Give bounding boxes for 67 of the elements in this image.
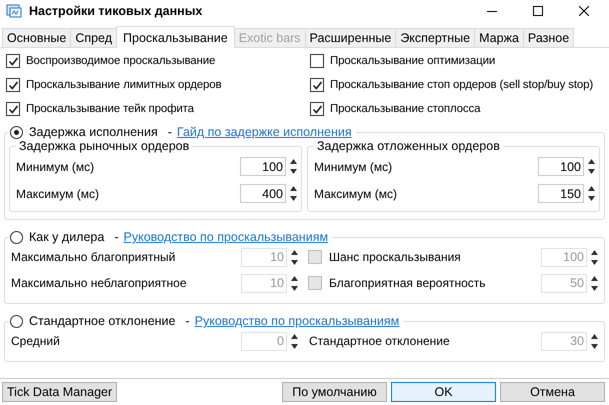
checkbox[interactable] (310, 54, 324, 68)
radio-label: Задержка исполнения (29, 125, 158, 139)
radio-button[interactable] (10, 230, 23, 244)
field-label: Максимум (мс) (314, 186, 397, 200)
checkbox-label: Шанс проскальзывания (329, 250, 462, 264)
dialog-button[interactable]: Отмена (500, 382, 605, 402)
spinner[interactable] (586, 184, 597, 203)
spinner[interactable] (289, 248, 300, 266)
checkbox[interactable] (310, 102, 324, 116)
number-field[interactable]: 400 (240, 184, 286, 203)
guide-link[interactable]: Гайд по задержке исполнения (176, 125, 352, 139)
close-icon[interactable] (579, 6, 589, 16)
tab[interactable]: Экспертные (395, 28, 476, 47)
number-field[interactable]: 100 (240, 157, 286, 176)
spinner[interactable] (288, 157, 299, 176)
separator-dash: - (168, 125, 172, 139)
guide-link[interactable]: Руководство по проскальзываниям (194, 314, 400, 328)
field-label: Минимум (мс) (314, 160, 392, 174)
maximize-icon[interactable] (533, 6, 543, 16)
checkbox[interactable] (6, 102, 20, 116)
separator-dash: - (185, 314, 190, 328)
tab[interactable]: Разное (522, 28, 574, 47)
checkbox-label: Проскальзывание стоп ордеров (sell stop/buy stop) (330, 79, 594, 91)
radio-button[interactable] (10, 314, 23, 328)
app-icon (6, 3, 22, 19)
checkbox-label: Проскальзывание стоплосса (330, 103, 480, 115)
field-label: Максимально неблагоприятное (11, 276, 188, 290)
checkbox-label: Воспроизводимое проскальзывание (26, 55, 216, 67)
checkbox-label: Проскальзывание оптимизации (330, 55, 496, 67)
group-title: Задержка отложенных ордеров (316, 139, 501, 153)
separator-dash: - (114, 230, 118, 244)
field-label: Максимально благоприятный (11, 250, 176, 264)
checkbox[interactable] (310, 78, 324, 92)
tab[interactable]: Маржа (474, 28, 524, 47)
spinner[interactable] (586, 157, 597, 176)
tab[interactable]: Проскальзывание (116, 26, 235, 48)
number-field[interactable]: 150 (538, 184, 584, 203)
checkbox[interactable] (308, 250, 322, 264)
tab[interactable]: Основные (2, 28, 72, 47)
checkbox[interactable] (308, 276, 322, 290)
field-label: Максимум (мс) (16, 186, 99, 200)
radio-button[interactable] (10, 126, 23, 138)
spinner[interactable] (288, 184, 299, 203)
checkbox-label: Проскальзывание лимитных ордеров (26, 79, 222, 91)
guide-link[interactable]: Руководство по проскальзываниям (124, 230, 328, 244)
spinner[interactable] (289, 274, 300, 292)
checkbox[interactable] (6, 54, 20, 68)
group-title: Задержка рыночных ордеров (18, 139, 190, 153)
window-title: Настройки тиковых данных (29, 4, 202, 18)
spinner[interactable] (289, 332, 300, 350)
spinner[interactable] (589, 332, 600, 350)
tick-data-manager-button[interactable]: Tick Data Manager (2, 382, 118, 402)
checkbox[interactable] (6, 78, 20, 92)
radio-label: Стандартное отклонение (29, 314, 176, 328)
field-label: Стандартное отклонение (308, 334, 451, 348)
checkbox-label: Проскальзывание тейк профита (26, 103, 194, 115)
field-label: Минимум (мс) (16, 160, 94, 174)
dialog-button[interactable]: OK (391, 382, 496, 402)
dialog-button[interactable]: По умолчанию (282, 382, 387, 402)
tab[interactable]: Расширенные (304, 28, 396, 47)
number-field[interactable]: 100 (538, 157, 584, 176)
checkbox-label: Благоприятная вероятность (329, 276, 487, 290)
spinner[interactable] (589, 274, 600, 292)
spinner[interactable] (589, 248, 600, 266)
tab[interactable]: Спред (70, 28, 118, 47)
radio-label: Как у дилера (29, 230, 104, 244)
field-label: Средний (11, 334, 61, 348)
